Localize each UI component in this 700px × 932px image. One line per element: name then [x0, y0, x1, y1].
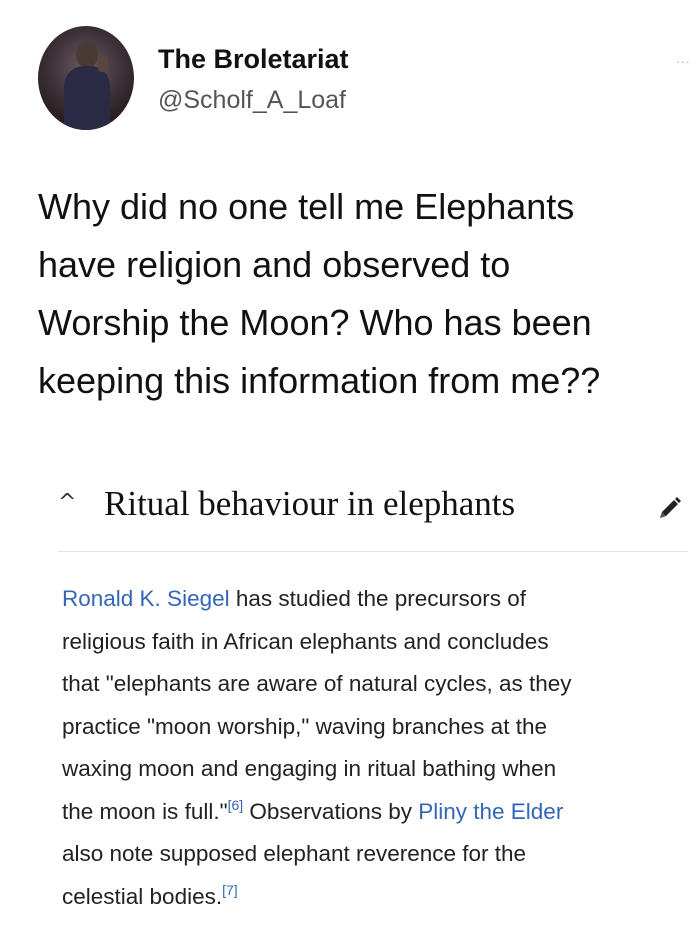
- avatar-figure-head: [76, 42, 98, 68]
- more-options-icon[interactable]: ...: [676, 50, 691, 66]
- article-line: also note supposed elephant reverence fo…: [62, 841, 527, 866]
- article-line: that "elephants are aware of natural cyc…: [62, 671, 572, 696]
- display-name[interactable]: The Broletariat: [158, 44, 349, 75]
- article-text: has studied the precursors of: [229, 586, 527, 611]
- avatar-figure-hand: [98, 56, 108, 72]
- section-title: Ritual behaviour in elephants: [104, 484, 516, 523]
- article-text: celestial bodies.: [62, 883, 223, 909]
- article-line: practice "moon worship," waving branches…: [62, 713, 547, 739]
- article-text: the moon is full.": [62, 798, 228, 824]
- user-handle[interactable]: @Scholf_A_Loaf: [158, 86, 346, 115]
- link-pliny-the-elder[interactable]: Pliny the Elder: [418, 799, 563, 824]
- avatar-figure-body: [64, 66, 110, 130]
- link-ronald-siegel[interactable]: Ronald K. Siegel: [62, 586, 230, 611]
- article-line: waxing moon and engaging in ritual bathi…: [62, 756, 557, 781]
- citation-7[interactable]: [7]: [222, 882, 238, 898]
- article-body: Ronald K. Siegel has studied the precurs…: [62, 578, 682, 918]
- chevron-up-icon[interactable]: ^: [58, 490, 76, 515]
- article-line: Ronald K. Siegel has studied the precurs…: [62, 578, 682, 621]
- article-line: religious faith in African elephants and…: [62, 628, 549, 654]
- article-line: celestial bodies.[7]: [62, 876, 682, 919]
- avatar[interactable]: [38, 26, 134, 130]
- pencil-icon[interactable]: [654, 494, 684, 524]
- tweet-line: Why did no one tell me Elephants: [38, 186, 575, 227]
- article-text: Observations by: [243, 798, 419, 824]
- tweet-text: Why did no one tell me Elephants have re…: [38, 178, 688, 410]
- tweet-line: keeping this information from me??: [38, 360, 601, 401]
- citation-6[interactable]: [6]: [228, 797, 244, 813]
- article-line: the moon is full."[6] Observations by Pl…: [62, 791, 682, 834]
- section-header: ^ Ritual behaviour in elephants: [58, 478, 688, 538]
- tweet-header: The Broletariat @Scholf_A_Loaf ...: [0, 0, 700, 150]
- tweet-line: Worship the Moon? Who has been: [38, 302, 592, 343]
- tweet-line: have religion and observed to: [38, 244, 511, 285]
- section-divider: [58, 551, 688, 552]
